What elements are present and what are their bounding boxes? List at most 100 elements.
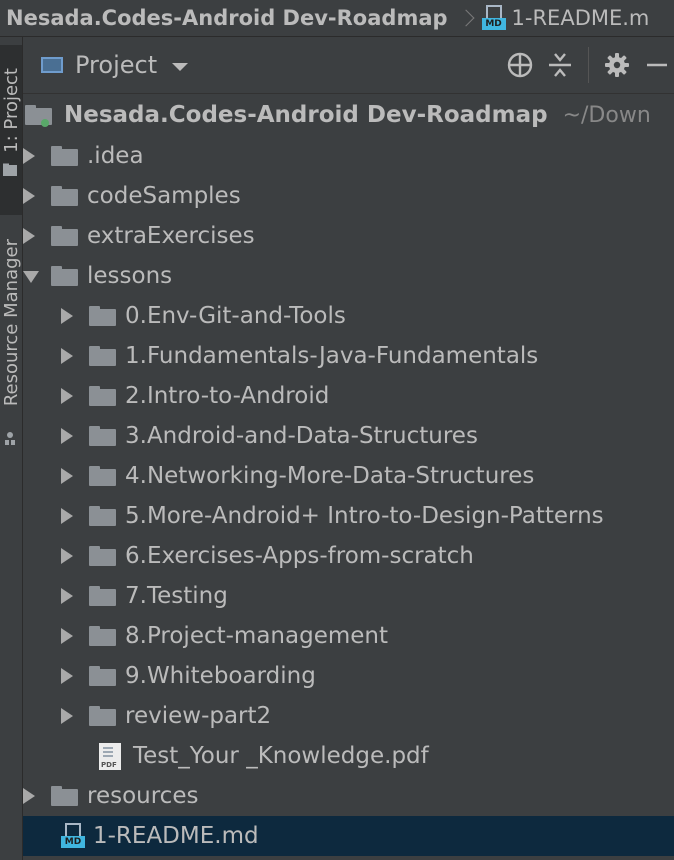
tree-item-lesson-5[interactable]: 5.More-Android+ Intro-to-Design-Patterns (23, 496, 674, 536)
tree-item-label: 0.Env-Git-and-Tools (125, 303, 346, 329)
resource-manager-tab-label: Resource Manager (0, 239, 22, 407)
folder-icon (89, 586, 116, 606)
project-view-label: Project (75, 51, 158, 79)
expand-arrow-icon[interactable] (61, 588, 73, 604)
expand-arrow-icon[interactable] (61, 708, 73, 724)
collapse-arrow-icon[interactable] (23, 271, 39, 283)
project-tree: Nesada.Codes-Android Dev-Roadmap ~/Down … (23, 94, 674, 860)
project-window-icon (41, 57, 63, 73)
folder-icon (51, 786, 78, 806)
tree-root-row[interactable]: Nesada.Codes-Android Dev-Roadmap ~/Down (23, 94, 674, 136)
resource-manager-tool-tab[interactable]: Resource Manager (0, 227, 22, 463)
breadcrumb-separator-icon (457, 9, 475, 27)
project-tool-tab-label: 1: Project (0, 67, 22, 153)
folder-icon (89, 546, 116, 566)
tree-item-label: codeSamples (87, 183, 241, 209)
module-status-dot (41, 119, 49, 127)
expand-arrow-icon[interactable] (61, 348, 73, 364)
tree-item-label: 9.Whiteboarding (125, 663, 316, 689)
tree-item-label: 1-README.md (93, 823, 259, 849)
tree-item-extraexercises[interactable]: extraExercises (23, 216, 674, 256)
gear-icon (605, 53, 629, 77)
chevron-down-icon (172, 62, 189, 71)
expand-arrow-icon[interactable] (61, 668, 73, 684)
markdown-badge: MD (481, 18, 506, 30)
tree-item-lesson-3[interactable]: 3.Android-and-Data-Structures (23, 416, 674, 456)
tree-item-lesson-6[interactable]: 6.Exercises-Apps-from-scratch (23, 536, 674, 576)
folder-icon (89, 666, 116, 686)
project-tool-tab[interactable]: 1: Project (0, 45, 22, 215)
tree-item-label: 7.Testing (125, 583, 228, 609)
collapse-all-button[interactable] (543, 48, 577, 82)
project-panel-header: Project (23, 37, 674, 94)
expand-arrow-icon[interactable] (61, 508, 73, 524)
settings-button[interactable] (600, 48, 634, 82)
folder-icon (89, 306, 116, 326)
folder-icon (89, 346, 116, 366)
tree-item-label: 1.Fundamentals-Java-Fundamentals (125, 343, 539, 369)
tree-item-resources[interactable]: resources (23, 776, 674, 816)
expand-arrow-icon[interactable] (23, 228, 35, 244)
resource-manager-icon (5, 432, 15, 445)
project-view-selector[interactable]: Project (41, 51, 189, 79)
project-root-name: Nesada.Codes-Android Dev-Roadmap (64, 102, 548, 128)
expand-arrow-icon[interactable] (61, 428, 73, 444)
expand-arrow-icon[interactable] (23, 788, 35, 804)
tree-item-pdf-file[interactable]: PDF Test_Your _Knowledge.pdf (23, 736, 674, 776)
pdf-file-icon: PDF (99, 742, 121, 770)
tree-item-lessons[interactable]: lessons (23, 256, 674, 296)
collapse-all-icon (549, 53, 571, 77)
tree-item-review-part2[interactable]: review-part2 (23, 696, 674, 736)
navigation-breadcrumb: Nesada.Codes-Android Dev-Roadmap MD 1-RE… (0, 0, 674, 37)
folder-icon (51, 226, 78, 246)
expand-arrow-icon[interactable] (23, 188, 35, 204)
tree-item-lesson-9[interactable]: 9.Whiteboarding (23, 656, 674, 696)
markdown-file-icon: MD (481, 5, 506, 31)
folder-icon (51, 186, 78, 206)
scroll-from-source-button[interactable] (503, 48, 537, 82)
hide-panel-button[interactable] (640, 48, 674, 82)
expand-arrow-icon[interactable] (61, 388, 73, 404)
folder-icon (89, 506, 116, 526)
left-tool-stripe: 1: Project Resource Manager (0, 37, 23, 860)
tree-item-label: 2.Intro-to-Android (125, 383, 330, 409)
tree-item-lesson-8[interactable]: 8.Project-management (23, 616, 674, 656)
tree-item-label: lessons (87, 263, 173, 289)
tree-item-label: review-part2 (125, 703, 272, 729)
expand-arrow-icon[interactable] (61, 628, 73, 644)
expand-arrow-icon[interactable] (61, 468, 73, 484)
tree-item-label: 6.Exercises-Apps-from-scratch (125, 543, 474, 569)
expand-arrow-icon[interactable] (61, 548, 73, 564)
toolbar-divider (588, 47, 589, 83)
breadcrumb-file[interactable]: MD 1-README.m (481, 5, 650, 31)
breadcrumb-file-label: 1-README.m (511, 6, 650, 30)
tree-item-lesson-0[interactable]: 0.Env-Git-and-Tools (23, 296, 674, 336)
tree-item-label: 5.More-Android+ Intro-to-Design-Patterns (125, 503, 604, 529)
expand-arrow-icon[interactable] (61, 308, 73, 324)
tree-item-lesson-2[interactable]: 2.Intro-to-Android (23, 376, 674, 416)
tree-item-lesson-4[interactable]: 4.Networking-More-Data-Structures (23, 456, 674, 496)
pdf-icon-label: PDF (101, 760, 117, 769)
tree-item-label: 3.Android-and-Data-Structures (125, 423, 478, 449)
tree-item-label: .idea (87, 143, 144, 169)
tree-item-idea[interactable]: .idea (23, 136, 674, 176)
project-root-path: ~/Down (562, 102, 651, 128)
tree-item-label: 8.Project-management (125, 623, 389, 649)
tree-item-label: extraExercises (87, 223, 255, 249)
tree-item-readme[interactable]: MD 1-README.md (23, 816, 674, 856)
folder-icon (89, 426, 116, 446)
tree-item-label: Test_Your _Knowledge.pdf (133, 743, 429, 769)
folder-icon (89, 466, 116, 486)
crosshair-icon (507, 52, 533, 78)
folder-icon (89, 626, 116, 646)
expand-arrow-icon[interactable] (23, 148, 35, 164)
folder-icon (51, 266, 78, 286)
minimize-icon (647, 63, 667, 67)
tree-item-lesson-1[interactable]: 1.Fundamentals-Java-Fundamentals (23, 336, 674, 376)
tree-item-label: 4.Networking-More-Data-Structures (125, 463, 535, 489)
markdown-badge: MD (61, 836, 85, 848)
tree-item-lesson-7[interactable]: 7.Testing (23, 576, 674, 616)
tree-item-codesamples[interactable]: codeSamples (23, 176, 674, 216)
breadcrumb-project[interactable]: Nesada.Codes-Android Dev-Roadmap (0, 6, 448, 30)
folder-icon (89, 706, 116, 726)
